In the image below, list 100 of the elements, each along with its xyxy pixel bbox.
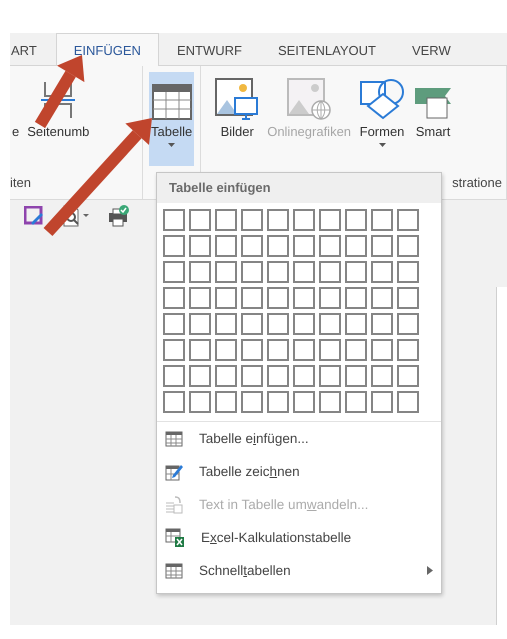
- table-grid-cell[interactable]: [163, 339, 185, 361]
- table-grid-cell[interactable]: [189, 287, 211, 309]
- print-preview-icon[interactable]: [62, 205, 90, 227]
- table-grid-cell[interactable]: [293, 391, 315, 413]
- table-grid-cell[interactable]: [267, 365, 289, 387]
- ribbon-tab[interactable]: EINFÜGEN: [56, 33, 159, 66]
- table-grid-cell[interactable]: [397, 365, 419, 387]
- table-grid-cell[interactable]: [319, 313, 341, 335]
- table-grid-cell[interactable]: [345, 391, 367, 413]
- table-grid-cell[interactable]: [267, 313, 289, 335]
- ribbon-button[interactable]: Formen: [357, 72, 408, 166]
- table-grid-cell[interactable]: [215, 235, 237, 257]
- table-grid-cell[interactable]: [319, 365, 341, 387]
- ribbon-tab[interactable]: ART: [10, 33, 56, 66]
- menu-item[interactable]: Tabelle einfügen...: [157, 422, 441, 455]
- table-grid-cell[interactable]: [345, 287, 367, 309]
- table-grid-cell[interactable]: [163, 287, 185, 309]
- ribbon-button[interactable]: Seitenumb: [25, 72, 92, 166]
- table-grid-cell[interactable]: [267, 261, 289, 283]
- table-grid-cell[interactable]: [189, 339, 211, 361]
- table-grid-cell[interactable]: [163, 261, 185, 283]
- table-grid-cell[interactable]: [215, 313, 237, 335]
- table-grid-cell[interactable]: [163, 391, 185, 413]
- table-grid-cell[interactable]: [371, 339, 393, 361]
- table-grid-cell[interactable]: [397, 209, 419, 231]
- table-grid-cell[interactable]: [241, 365, 263, 387]
- table-grid-cell[interactable]: [371, 313, 393, 335]
- table-grid-cell[interactable]: [319, 209, 341, 231]
- table-grid-cell[interactable]: [371, 209, 393, 231]
- table-grid-cell[interactable]: [345, 235, 367, 257]
- table-grid-cell[interactable]: [293, 365, 315, 387]
- menu-item[interactable]: Tabelle zeichnen: [157, 455, 441, 488]
- table-grid-cell[interactable]: [267, 235, 289, 257]
- table-grid-cell[interactable]: [397, 339, 419, 361]
- table-grid-cell[interactable]: [371, 261, 393, 283]
- table-grid-cell[interactable]: [163, 209, 185, 231]
- table-grid-cell[interactable]: [163, 365, 185, 387]
- table-grid-cell[interactable]: [371, 287, 393, 309]
- table-grid-cell[interactable]: [345, 339, 367, 361]
- menu-item[interactable]: Excel-Kalkulationstabelle: [157, 521, 441, 554]
- table-grid-cell[interactable]: [293, 235, 315, 257]
- table-grid-cell[interactable]: [215, 339, 237, 361]
- table-grid-cell[interactable]: [163, 235, 185, 257]
- table-grid-cell[interactable]: [371, 365, 393, 387]
- edit-form-icon[interactable]: [24, 206, 44, 226]
- table-grid-cell[interactable]: [241, 209, 263, 231]
- group-label: iten: [10, 175, 31, 192]
- ribbon-tab[interactable]: VERW: [394, 33, 469, 66]
- table-grid-cell[interactable]: [215, 365, 237, 387]
- table-grid-cell[interactable]: [397, 391, 419, 413]
- table-grid-cell[interactable]: [215, 209, 237, 231]
- table-grid-cell[interactable]: [215, 287, 237, 309]
- ribbon-button[interactable]: Smart: [411, 72, 456, 166]
- page-break-icon: [41, 80, 76, 120]
- table-grid-cell[interactable]: [267, 339, 289, 361]
- table-grid-cell[interactable]: [189, 209, 211, 231]
- ribbon-tab[interactable]: ENTWURF: [158, 33, 260, 66]
- table-grid-cell[interactable]: [189, 313, 211, 335]
- ribbon-tab[interactable]: SEITENLAYOUT: [260, 33, 394, 66]
- table-grid-cell[interactable]: [319, 391, 341, 413]
- table-grid-cell[interactable]: [293, 209, 315, 231]
- menu-item[interactable]: Schnelltabellen: [157, 554, 441, 587]
- table-grid-cell[interactable]: [267, 209, 289, 231]
- table-grid-cell[interactable]: [397, 261, 419, 283]
- table-grid-cell[interactable]: [345, 261, 367, 283]
- table-grid-cell[interactable]: [319, 235, 341, 257]
- table-grid-cell[interactable]: [319, 287, 341, 309]
- table-grid-cell[interactable]: [241, 235, 263, 257]
- table-grid-cell[interactable]: [293, 339, 315, 361]
- table-grid-cell[interactable]: [345, 313, 367, 335]
- table-grid-cell[interactable]: [189, 261, 211, 283]
- table-grid-cell[interactable]: [267, 287, 289, 309]
- table-grid-cell[interactable]: [241, 391, 263, 413]
- table-grid-cell[interactable]: [241, 287, 263, 309]
- table-grid-cell[interactable]: [215, 261, 237, 283]
- table-grid-cell[interactable]: [189, 365, 211, 387]
- ribbon-button[interactable]: e: [10, 72, 22, 166]
- table-grid-cell[interactable]: [241, 261, 263, 283]
- table-grid-cell[interactable]: [345, 209, 367, 231]
- table-grid-cell[interactable]: [163, 313, 185, 335]
- table-grid-cell[interactable]: [345, 365, 367, 387]
- table-grid-cell[interactable]: [371, 235, 393, 257]
- printer-check-icon[interactable]: [108, 205, 130, 227]
- table-grid-cell[interactable]: [189, 391, 211, 413]
- table-grid-cell[interactable]: [293, 261, 315, 283]
- table-grid-cell[interactable]: [267, 391, 289, 413]
- table-grid-cell[interactable]: [293, 287, 315, 309]
- ribbon-button[interactable]: Tabelle: [149, 72, 194, 166]
- table-grid-cell[interactable]: [319, 339, 341, 361]
- table-grid-cell[interactable]: [189, 235, 211, 257]
- table-grid-cell[interactable]: [241, 339, 263, 361]
- table-grid-cell[interactable]: [241, 313, 263, 335]
- table-grid-cell[interactable]: [215, 391, 237, 413]
- table-grid-cell[interactable]: [371, 391, 393, 413]
- table-grid-cell[interactable]: [397, 287, 419, 309]
- table-grid-cell[interactable]: [319, 261, 341, 283]
- table-grid-cell[interactable]: [397, 235, 419, 257]
- ribbon-button[interactable]: Bilder: [213, 72, 262, 166]
- table-grid-cell[interactable]: [397, 313, 419, 335]
- table-grid-cell[interactable]: [293, 313, 315, 335]
